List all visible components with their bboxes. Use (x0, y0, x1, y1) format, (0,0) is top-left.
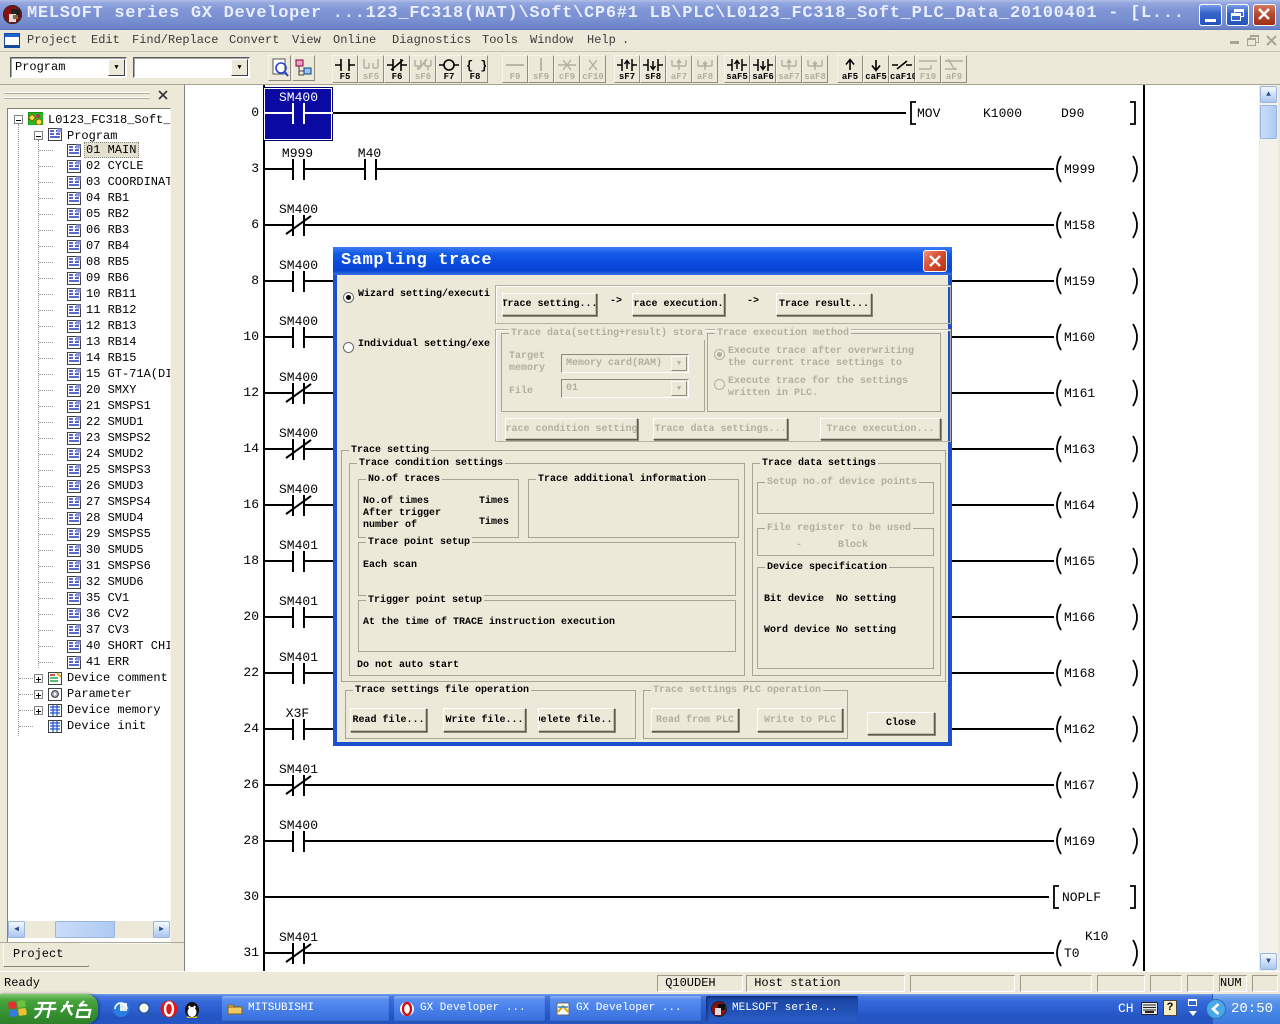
svg-text:{ }: { } (466, 59, 486, 72)
